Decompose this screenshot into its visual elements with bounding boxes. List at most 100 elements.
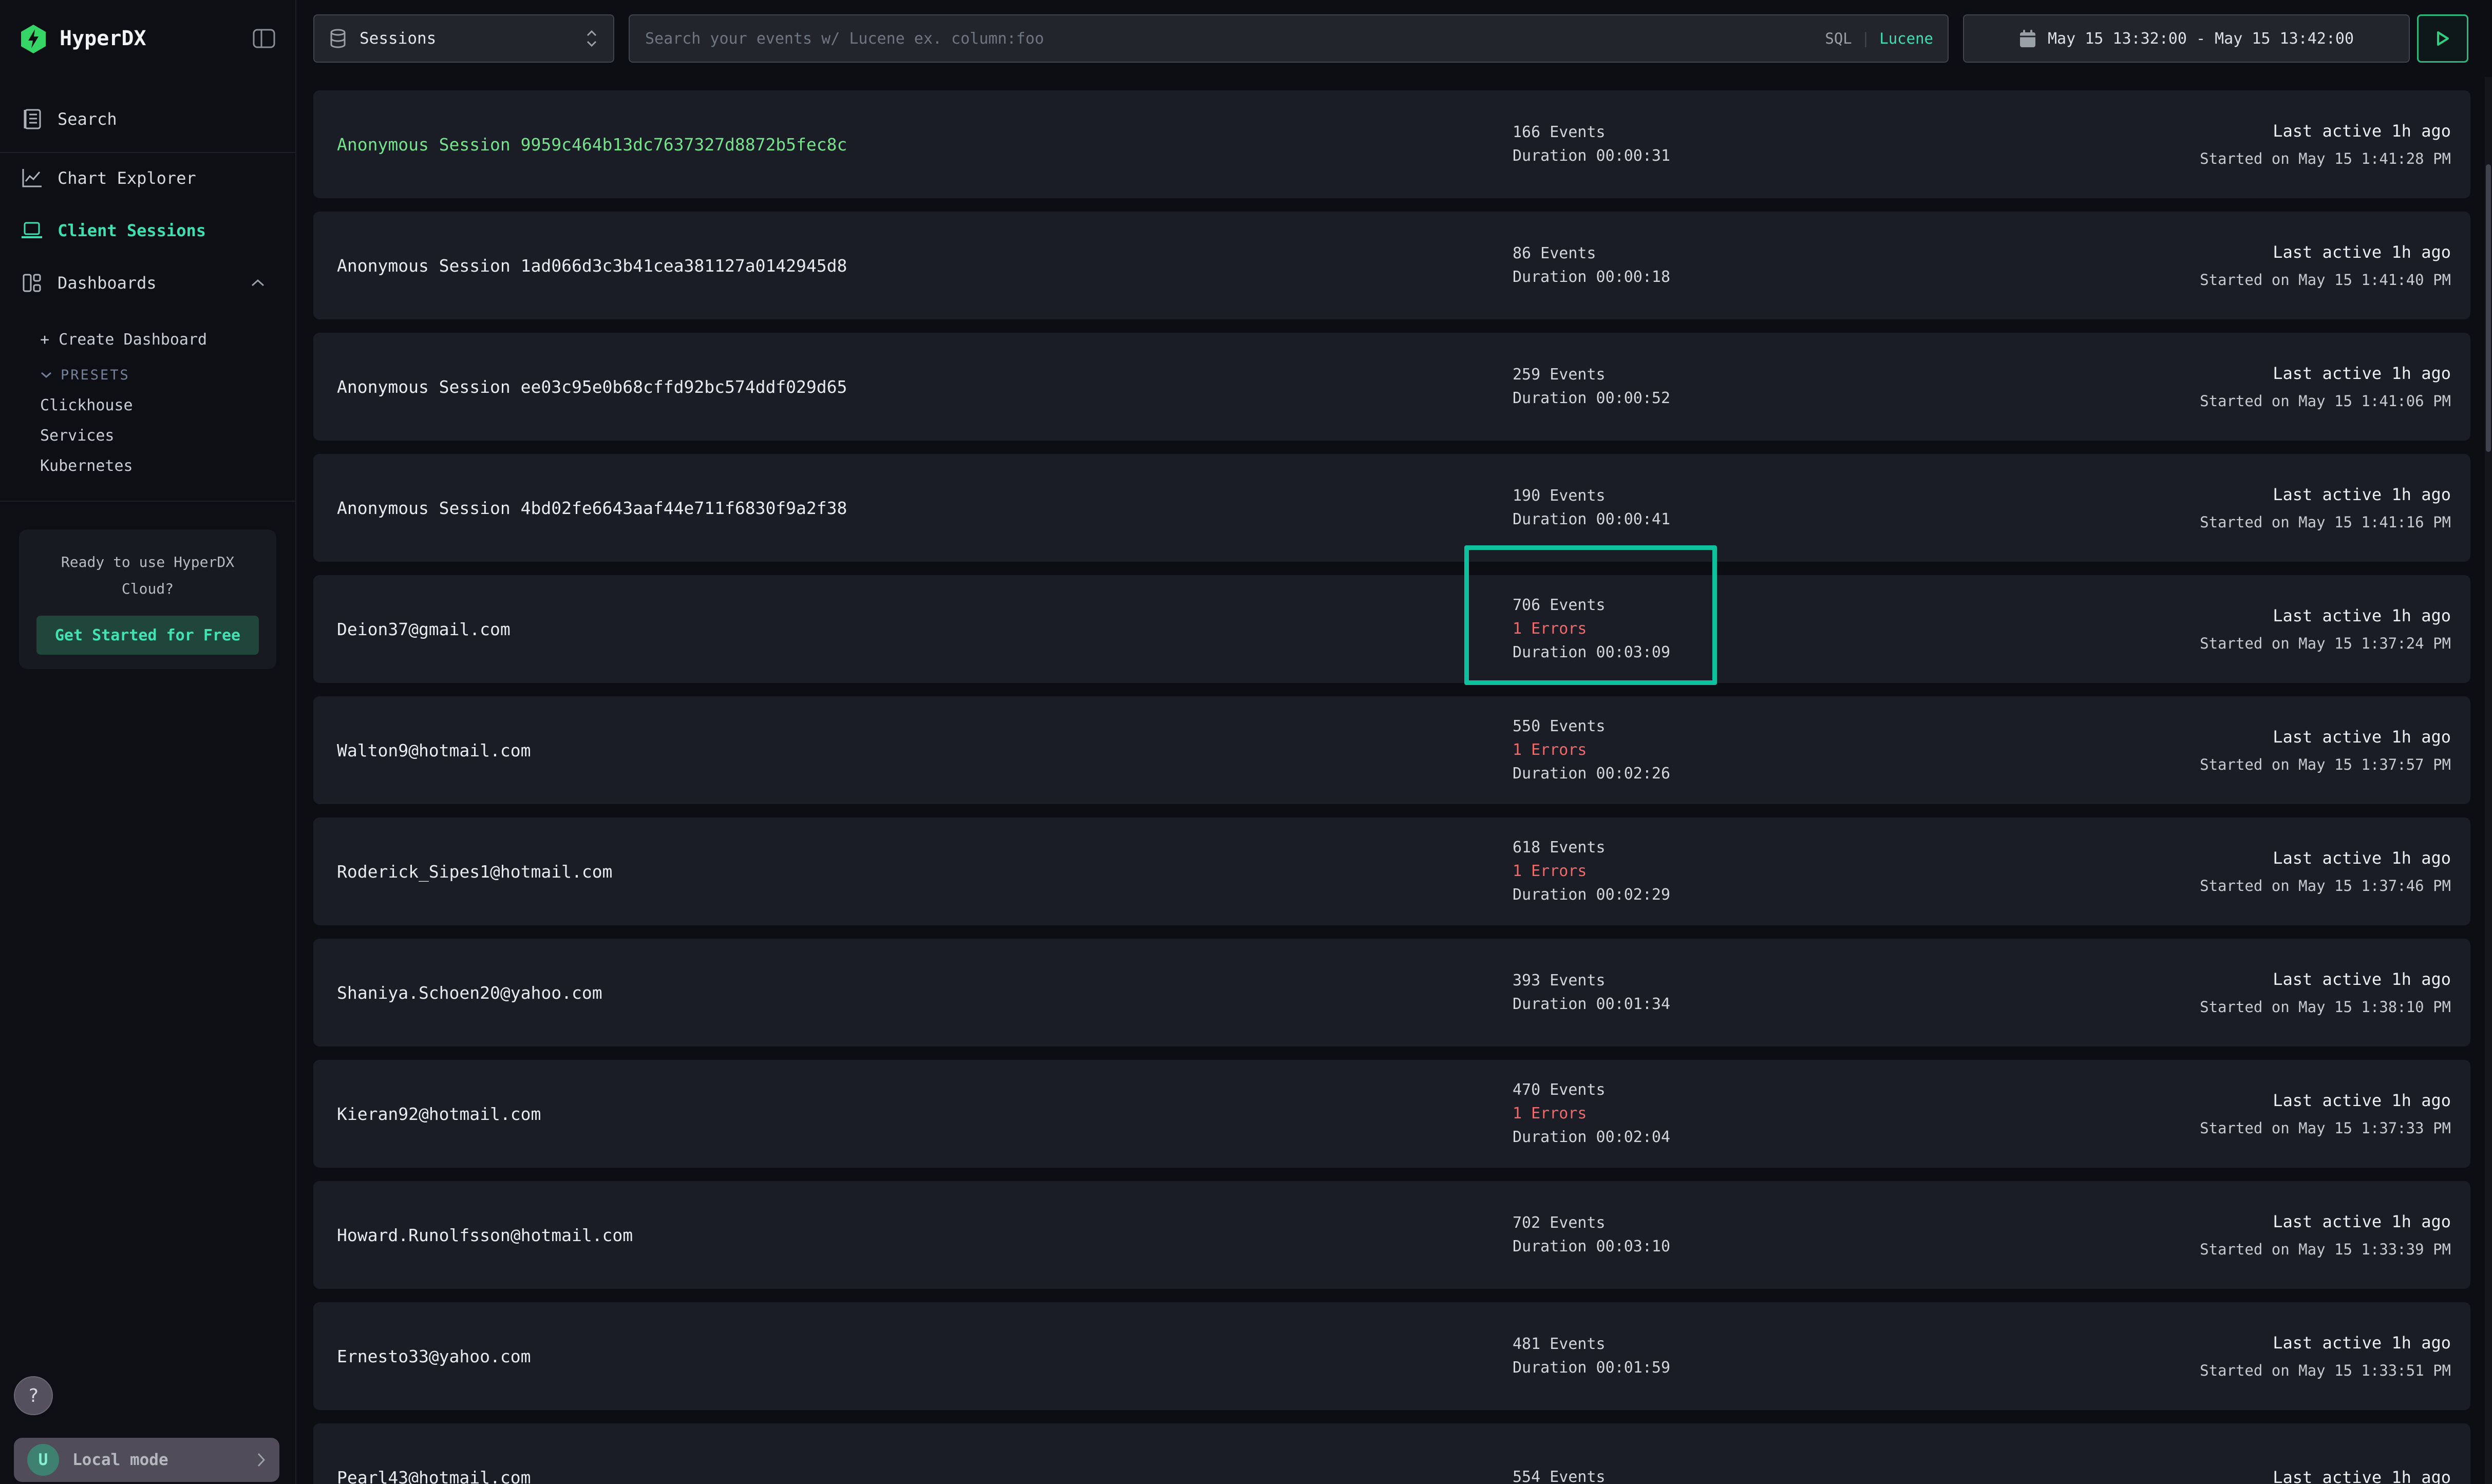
session-duration: Duration 00:03:09 — [1513, 641, 1670, 664]
calendar-icon — [2019, 29, 2036, 48]
preset-item-clickhouse[interactable]: Clickhouse — [0, 390, 295, 421]
local-mode-label: Local mode — [72, 1451, 242, 1469]
sidebar: HyperDX Search — [0, 0, 296, 1484]
session-row[interactable]: Deion37@gmail.com 706 Events 1 Errors Du… — [313, 575, 2470, 683]
session-events: 550 Events — [1513, 715, 1670, 738]
session-row[interactable]: Kieran92@hotmail.com 470 Events 1 Errors… — [313, 1060, 2470, 1168]
sidebar-collapse-icon — [252, 28, 276, 49]
get-started-button[interactable]: Get Started for Free — [36, 616, 259, 655]
session-stats: 554 Events — [1513, 1423, 1606, 1484]
session-title: Anonymous Session 1ad066d3c3b41cea381127… — [337, 256, 847, 276]
session-stats: 393 Events Duration 00:01:34 — [1513, 939, 1670, 1047]
session-row[interactable]: Anonymous Session 1ad066d3c3b41cea381127… — [313, 212, 2470, 319]
session-last-active: Last active 1h ago — [2273, 1091, 2451, 1110]
sidebar-item-search[interactable]: Search — [0, 96, 295, 142]
session-duration: Duration 00:01:34 — [1513, 993, 1670, 1016]
session-row[interactable]: Anonymous Session 4bd02fe6643aaf44e711f6… — [313, 454, 2470, 562]
sidebar-divider — [0, 501, 295, 502]
session-last-active: Last active 1h ago — [2273, 485, 2451, 504]
session-started: Started on May 15 1:38:10 PM — [2200, 998, 2451, 1016]
session-title: Shaniya.Schoen20@yahoo.com — [337, 983, 602, 1003]
sidebar-item-label: Chart Explorer — [58, 168, 275, 188]
session-stats: 166 Events Duration 00:00:31 — [1513, 90, 1670, 198]
session-row[interactable]: Walton9@hotmail.com 550 Events 1 Errors … — [313, 696, 2470, 804]
cloud-upsell-card: Ready to use HyperDX Cloud? Get Started … — [19, 529, 276, 669]
date-range-picker[interactable]: May 15 13:32:00 - May 15 13:42:00 — [1963, 14, 2410, 63]
session-row[interactable]: Pearl43@hotmail.com 554 Events Last acti… — [313, 1423, 2470, 1484]
session-title: Howard.Runolfsson@hotmail.com — [337, 1225, 633, 1245]
session-stats: 190 Events Duration 00:00:41 — [1513, 454, 1670, 562]
session-row[interactable]: Roderick_Sipes1@hotmail.com 618 Events 1… — [313, 817, 2470, 925]
session-events: 470 Events — [1513, 1078, 1670, 1102]
session-stats: 470 Events 1 Errors Duration 00:02:04 — [1513, 1060, 1670, 1168]
date-range-value: May 15 13:32:00 - May 15 13:42:00 — [2048, 30, 2354, 48]
search-input[interactable] — [645, 30, 1816, 48]
unfold-chevrons-icon — [584, 28, 599, 49]
session-duration: Duration 00:02:29 — [1513, 883, 1670, 907]
sidebar-item-dashboards[interactable]: Dashboards — [0, 260, 295, 306]
session-title: Walton9@hotmail.com — [337, 740, 531, 760]
session-title: Roderick_Sipes1@hotmail.com — [337, 862, 612, 882]
sidebar-item-label: Client Sessions — [58, 221, 275, 240]
session-events: 190 Events — [1513, 484, 1670, 508]
session-last-active: Last active 1h ago — [2273, 1468, 2451, 1484]
user-avatar: U — [27, 1444, 59, 1476]
session-events: 259 Events — [1513, 363, 1670, 387]
session-stats: 481 Events Duration 00:01:59 — [1513, 1302, 1670, 1410]
preset-label: Kubernetes — [40, 457, 133, 475]
session-title: Ernesto33@yahoo.com — [337, 1346, 531, 1366]
session-last-active: Last active 1h ago — [2273, 121, 2451, 141]
chart-line-icon — [21, 168, 43, 188]
sql-toggle[interactable]: SQL — [1825, 30, 1852, 47]
session-duration: Duration 00:00:31 — [1513, 144, 1670, 168]
chevron-up-icon — [250, 278, 266, 288]
session-started: Started on May 15 1:41:40 PM — [2200, 271, 2451, 289]
language-toggle-divider: | — [1861, 30, 1870, 47]
presets-label: PRESETS — [61, 367, 130, 383]
sidebar-divider — [0, 152, 295, 153]
preset-item-kubernetes[interactable]: Kubernetes — [0, 450, 295, 481]
source-select[interactable]: Sessions — [313, 14, 614, 63]
sidebar-item-label: Search — [58, 109, 275, 129]
session-errors: 1 Errors — [1513, 738, 1670, 762]
cloud-card-text-line2: Cloud? — [19, 576, 276, 602]
run-search-button[interactable] — [2417, 14, 2468, 63]
presets-toggle[interactable]: PRESETS — [0, 359, 295, 390]
create-dashboard-button[interactable]: + Create Dashboard — [0, 324, 295, 355]
session-started: Started on May 15 1:37:33 PM — [2200, 1119, 2451, 1137]
lucene-toggle[interactable]: Lucene — [1879, 30, 1933, 47]
session-title: Anonymous Session ee03c95e0b68cffd92bc57… — [337, 377, 847, 397]
create-dashboard-label: + Create Dashboard — [40, 331, 207, 349]
session-started: Started on May 15 1:41:28 PM — [2200, 150, 2451, 167]
session-stats: 702 Events Duration 00:03:10 — [1513, 1181, 1670, 1289]
session-last-active: Last active 1h ago — [2273, 727, 2451, 747]
session-stats: 706 Events 1 Errors Duration 00:03:09 — [1513, 575, 1670, 683]
session-events: 86 Events — [1513, 242, 1670, 265]
session-last-active: Last active 1h ago — [2273, 242, 2451, 262]
sidebar-item-client-sessions[interactable]: Client Sessions — [0, 207, 295, 254]
local-mode-pill[interactable]: U Local mode — [14, 1438, 279, 1482]
session-stats: 86 Events Duration 00:00:18 — [1513, 212, 1670, 319]
help-button[interactable]: ? — [14, 1376, 53, 1415]
session-started: Started on May 15 1:37:46 PM — [2200, 877, 2451, 895]
hyperdx-logo-icon — [20, 24, 47, 53]
preset-label: Services — [40, 427, 115, 445]
dashboard-grid-icon — [21, 273, 43, 293]
session-row[interactable]: Howard.Runolfsson@hotmail.com 702 Events… — [313, 1181, 2470, 1289]
session-stats: 259 Events Duration 00:00:52 — [1513, 333, 1670, 441]
session-title: Pearl43@hotmail.com — [337, 1468, 531, 1484]
session-row[interactable]: Ernesto33@yahoo.com 481 Events Duration … — [313, 1302, 2470, 1410]
sidebar-item-chart-explorer[interactable]: Chart Explorer — [0, 155, 295, 201]
preset-item-services[interactable]: Services — [0, 420, 295, 451]
session-started: Started on May 15 1:37:24 PM — [2200, 635, 2451, 652]
session-row[interactable]: Anonymous Session 9959c464b13dc7637327d8… — [313, 90, 2470, 198]
scrollbar-thumb[interactable] — [2486, 164, 2491, 452]
preset-label: Clickhouse — [40, 396, 133, 414]
session-title: Kieran92@hotmail.com — [337, 1104, 541, 1124]
collapse-sidebar-button[interactable] — [252, 28, 276, 49]
session-duration: Duration 00:00:41 — [1513, 508, 1670, 531]
session-started: Started on May 15 1:41:06 PM — [2200, 392, 2451, 410]
session-row[interactable]: Shaniya.Schoen20@yahoo.com 393 Events Du… — [313, 939, 2470, 1047]
scrollbar-track[interactable] — [2485, 77, 2492, 1484]
session-row[interactable]: Anonymous Session ee03c95e0b68cffd92bc57… — [313, 333, 2470, 441]
